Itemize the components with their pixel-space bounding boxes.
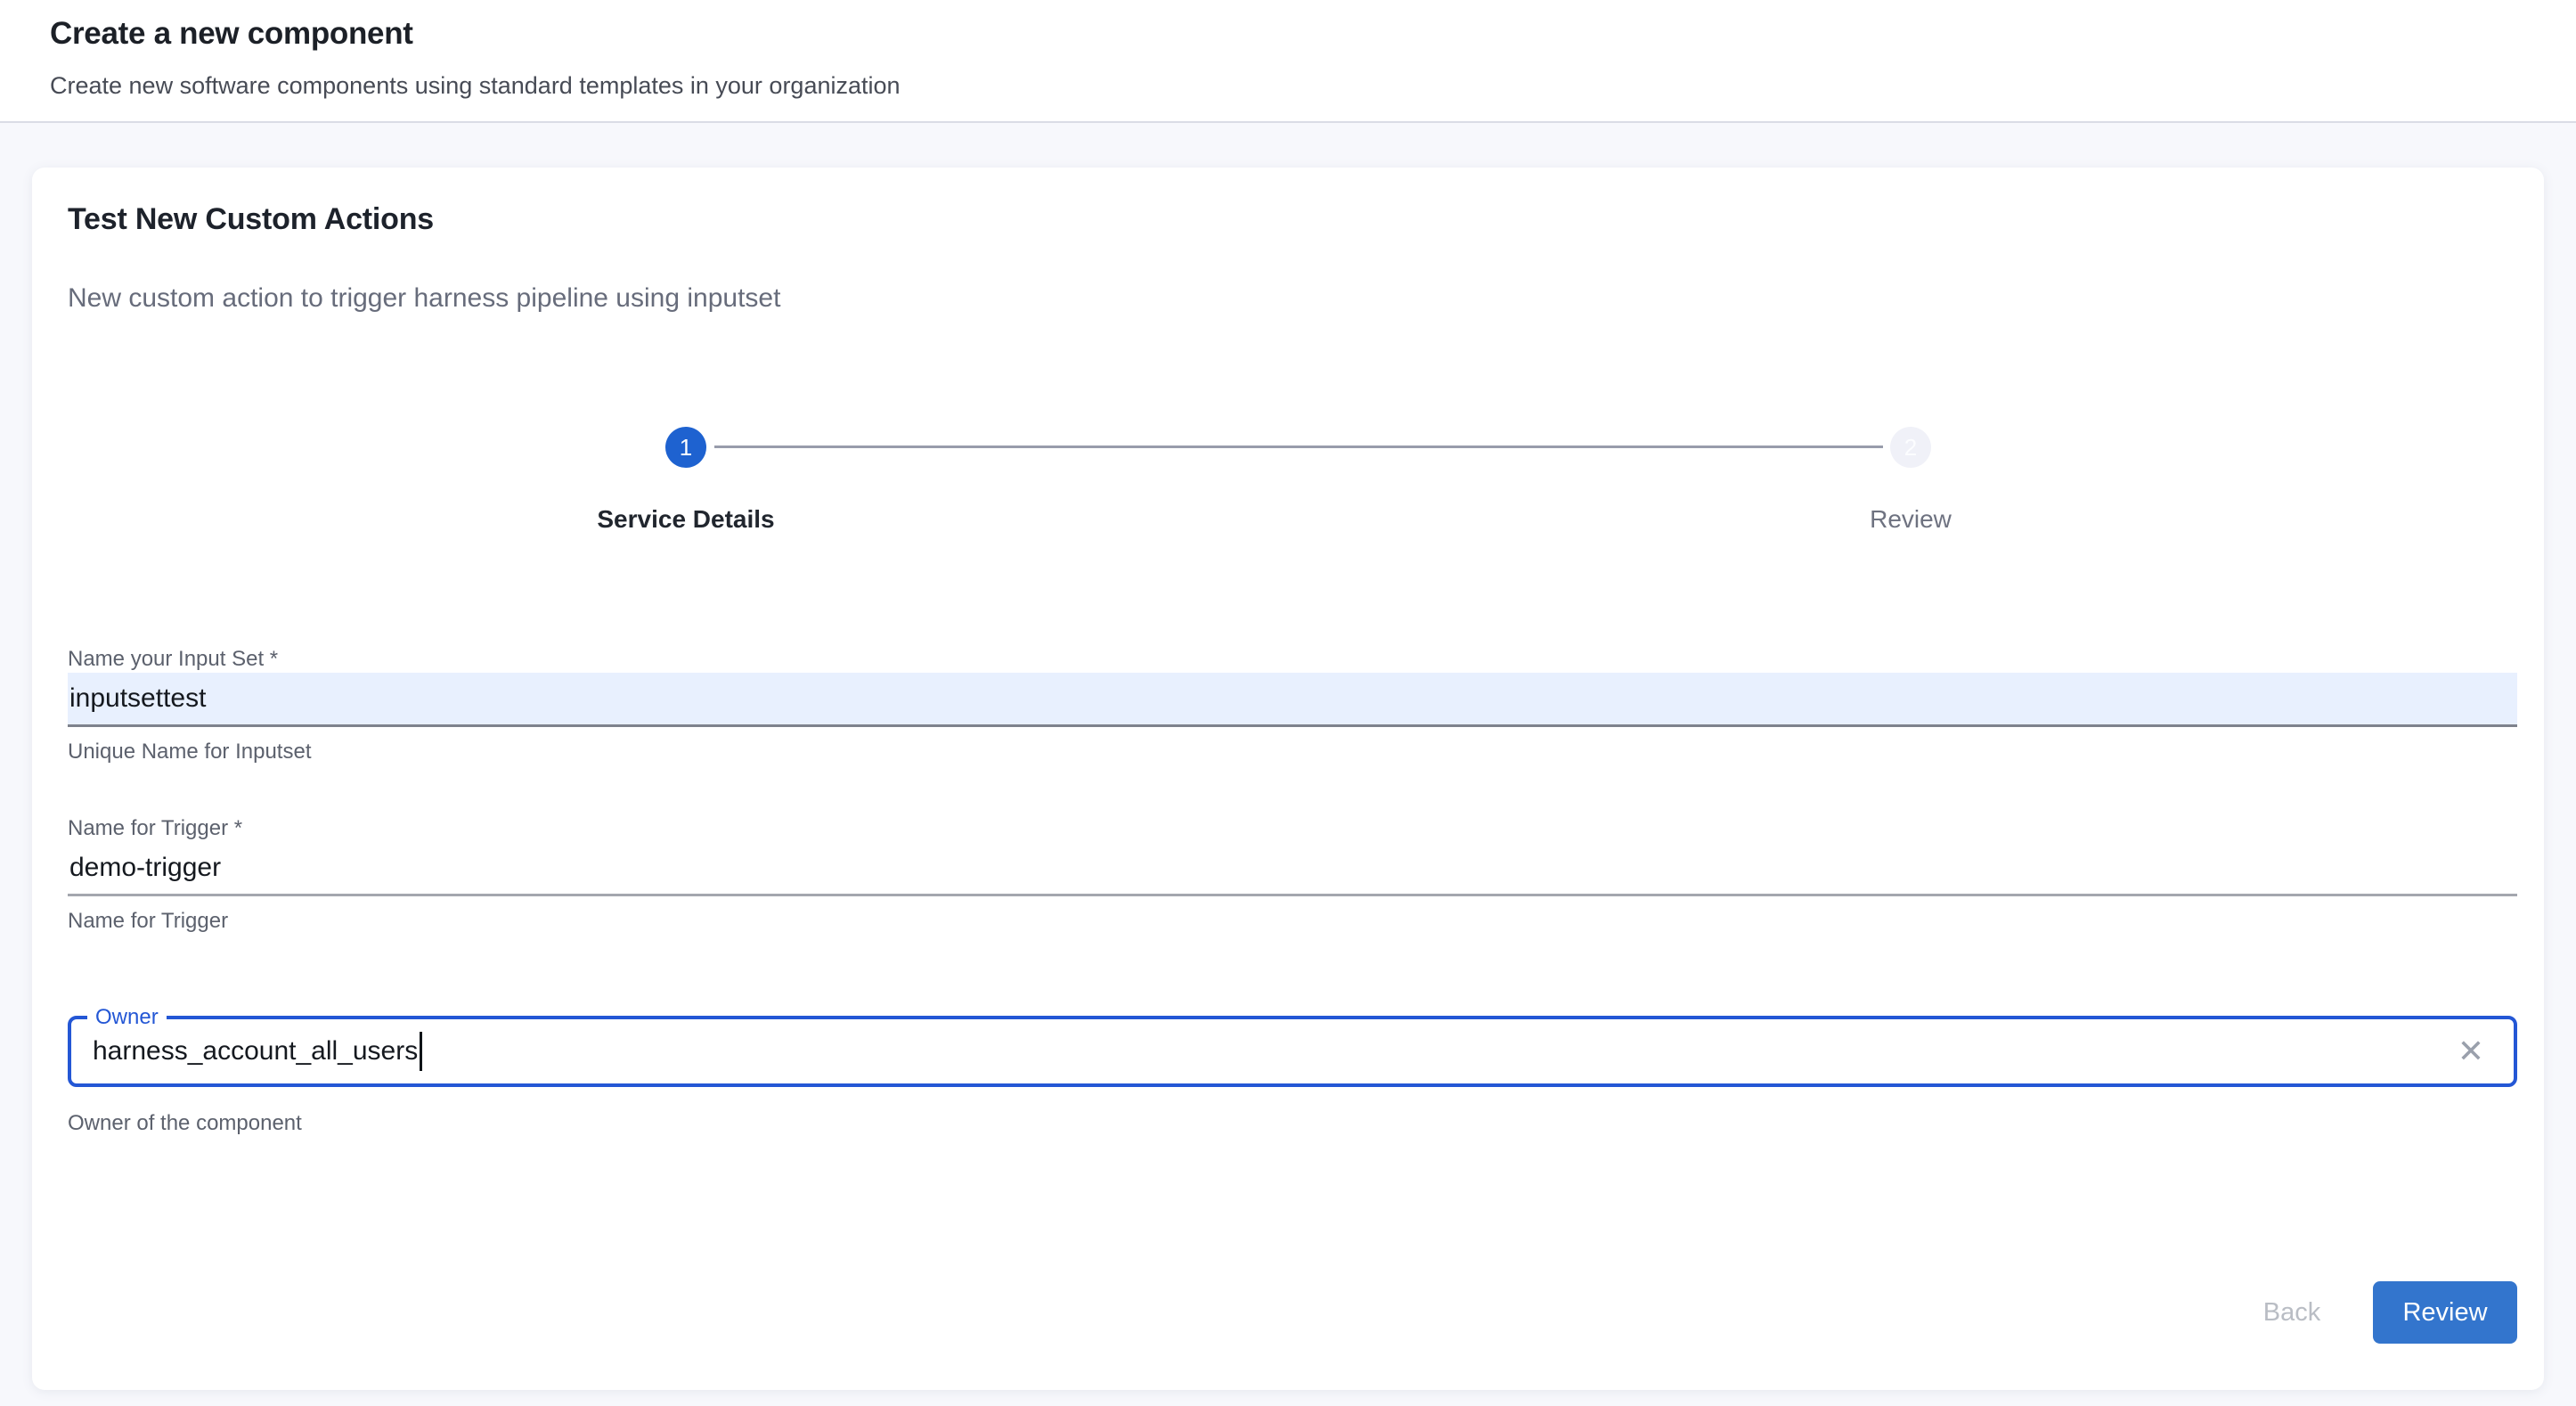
owner-label: Owner	[87, 1004, 167, 1031]
owner-input[interactable]: Owner harness_account_all_users ✕	[68, 1016, 2517, 1087]
text-caret	[420, 1032, 422, 1071]
trigger-name-helper: Name for Trigger	[68, 908, 2517, 935]
stepper-connector	[714, 446, 1883, 448]
stepper-labels: Service Details Review	[68, 505, 2517, 534]
inputset-name-label: Name your Input Set *	[68, 646, 2517, 673]
back-button[interactable]: Back	[2225, 1281, 2359, 1344]
inputset-name-input[interactable]: inputsettest	[68, 673, 2517, 727]
page-subtitle: Create new software components using sta…	[50, 71, 2576, 100]
clear-icon[interactable]: ✕	[2450, 1030, 2492, 1073]
step-2-indicator[interactable]: 2	[1890, 427, 1931, 468]
card-title: Test New Custom Actions	[68, 201, 2517, 237]
owner-helper: Owner of the component	[68, 1110, 2517, 1137]
trigger-name-input[interactable]: demo-trigger	[68, 842, 2517, 896]
step-1-number: 1	[680, 434, 692, 462]
inputset-name-helper: Unique Name for Inputset	[68, 739, 2517, 765]
page-title: Create a new component	[50, 0, 2576, 53]
card-subtitle: New custom action to trigger harness pip…	[68, 283, 2517, 314]
step-label-service-details: Service Details	[499, 505, 873, 534]
stepper: 1 2	[68, 427, 2517, 468]
step-label-review: Review	[1724, 505, 2098, 534]
create-component-card: Test New Custom Actions New custom actio…	[32, 168, 2544, 1390]
form-actions: Back Review	[68, 1281, 2517, 1344]
review-button[interactable]: Review	[2373, 1281, 2517, 1344]
trigger-name-label: Name for Trigger *	[68, 815, 2517, 842]
step-1-indicator[interactable]: 1	[665, 427, 706, 468]
step-2-number: 2	[1904, 434, 1917, 462]
page-header: Create a new component Create new softwa…	[0, 0, 2576, 123]
owner-value: harness_account_all_users	[93, 1036, 418, 1067]
main-content: Test New Custom Actions New custom actio…	[0, 123, 2576, 1406]
